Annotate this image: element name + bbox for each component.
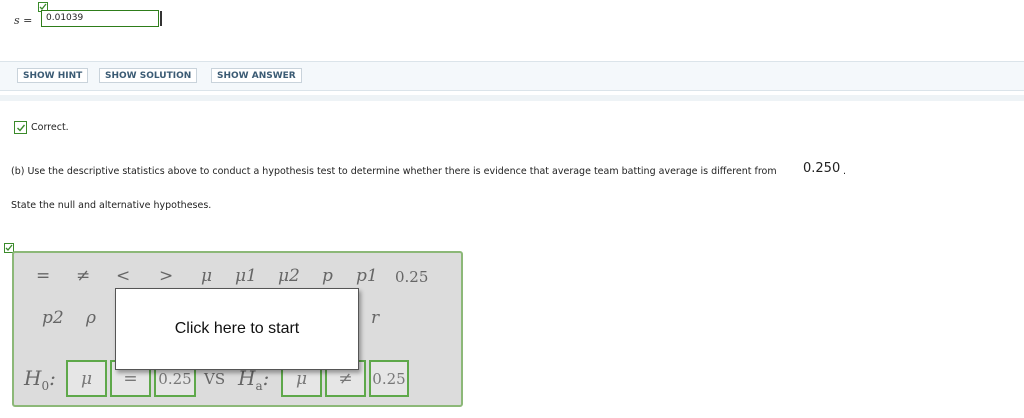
ha-value-slot[interactable]: 0.25 xyxy=(369,360,409,397)
palette-greater-than[interactable]: > xyxy=(159,266,173,286)
h0-parameter-slot[interactable]: μ xyxy=(66,360,107,397)
palette-rho[interactable]: ρ xyxy=(86,308,96,328)
s-answer-input[interactable]: 0.01039 xyxy=(41,10,162,27)
divider xyxy=(0,95,1024,101)
s-label: s = xyxy=(14,14,33,27)
ha-label: Ha: xyxy=(238,366,270,393)
palette-p2[interactable]: p2 xyxy=(42,308,64,328)
palette-mu[interactable]: μ xyxy=(201,266,212,286)
question-period: . xyxy=(843,166,847,177)
palette-mu1[interactable]: μ1 xyxy=(235,266,257,286)
palette-mu2[interactable]: μ2 xyxy=(278,266,300,286)
palette-less-than[interactable]: < xyxy=(116,266,130,286)
palette-equals[interactable]: = xyxy=(36,266,50,286)
palette-not-equal[interactable]: ≠ xyxy=(76,266,90,286)
instruction-text: State the null and alternative hypothese… xyxy=(11,200,212,211)
correct-feedback: Correct. xyxy=(31,122,69,133)
palette-value[interactable]: 0.25 xyxy=(395,267,428,287)
hint-toolbar: SHOW HINT SHOW SOLUTION SHOW ANSWER xyxy=(0,61,1024,91)
question-value: 0.250 xyxy=(803,161,841,176)
show-solution-button[interactable]: SHOW SOLUTION xyxy=(99,68,198,83)
palette-r[interactable]: r xyxy=(371,308,379,328)
vs-label: VS xyxy=(204,370,226,388)
correct-check-icon xyxy=(14,121,27,134)
palette-p[interactable]: p xyxy=(322,266,333,286)
show-hint-button[interactable]: SHOW HINT xyxy=(17,68,89,83)
h0-label: H0: xyxy=(24,366,56,393)
question-text: (b) Use the descriptive statistics above… xyxy=(11,166,777,177)
click-to-start-overlay[interactable]: Click here to start xyxy=(115,288,359,370)
show-answer-button[interactable]: SHOW ANSWER xyxy=(211,68,302,83)
palette-p1[interactable]: p1 xyxy=(356,266,378,286)
